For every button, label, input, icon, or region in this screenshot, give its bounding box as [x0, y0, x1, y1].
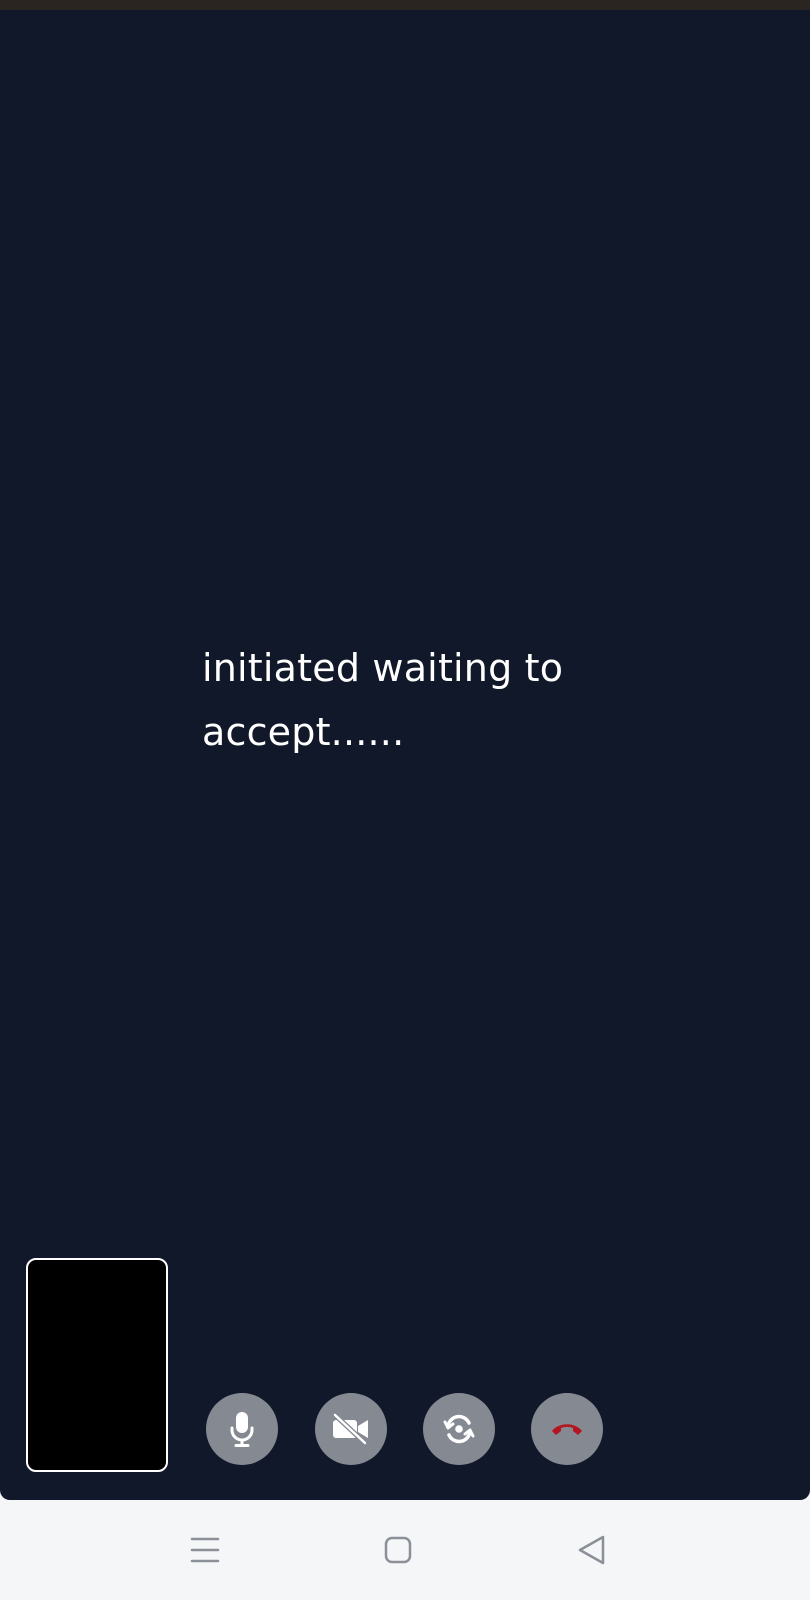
end-call-icon — [552, 1424, 582, 1435]
video-off-icon — [332, 1413, 368, 1445]
video-toggle-button[interactable] — [315, 1393, 387, 1465]
end-call-button[interactable] — [531, 1393, 603, 1465]
microphone-icon — [230, 1412, 254, 1447]
back-icon — [578, 1535, 605, 1565]
self-video-preview[interactable] — [26, 1258, 168, 1472]
switch-camera-button[interactable] — [423, 1393, 495, 1465]
video-call-screen: initiated waiting to accept...... — [0, 10, 810, 1500]
home-icon — [384, 1536, 412, 1564]
call-status-text: initiated waiting to accept...... — [202, 646, 564, 754]
home-button[interactable] — [378, 1530, 418, 1570]
recent-apps-icon — [190, 1537, 220, 1563]
back-button[interactable] — [572, 1530, 612, 1570]
status-bar-strip — [0, 0, 810, 10]
switch-camera-icon — [443, 1414, 475, 1444]
mute-button[interactable] — [206, 1393, 278, 1465]
system-navigation-bar — [0, 1500, 810, 1600]
recent-apps-button[interactable] — [185, 1530, 225, 1570]
